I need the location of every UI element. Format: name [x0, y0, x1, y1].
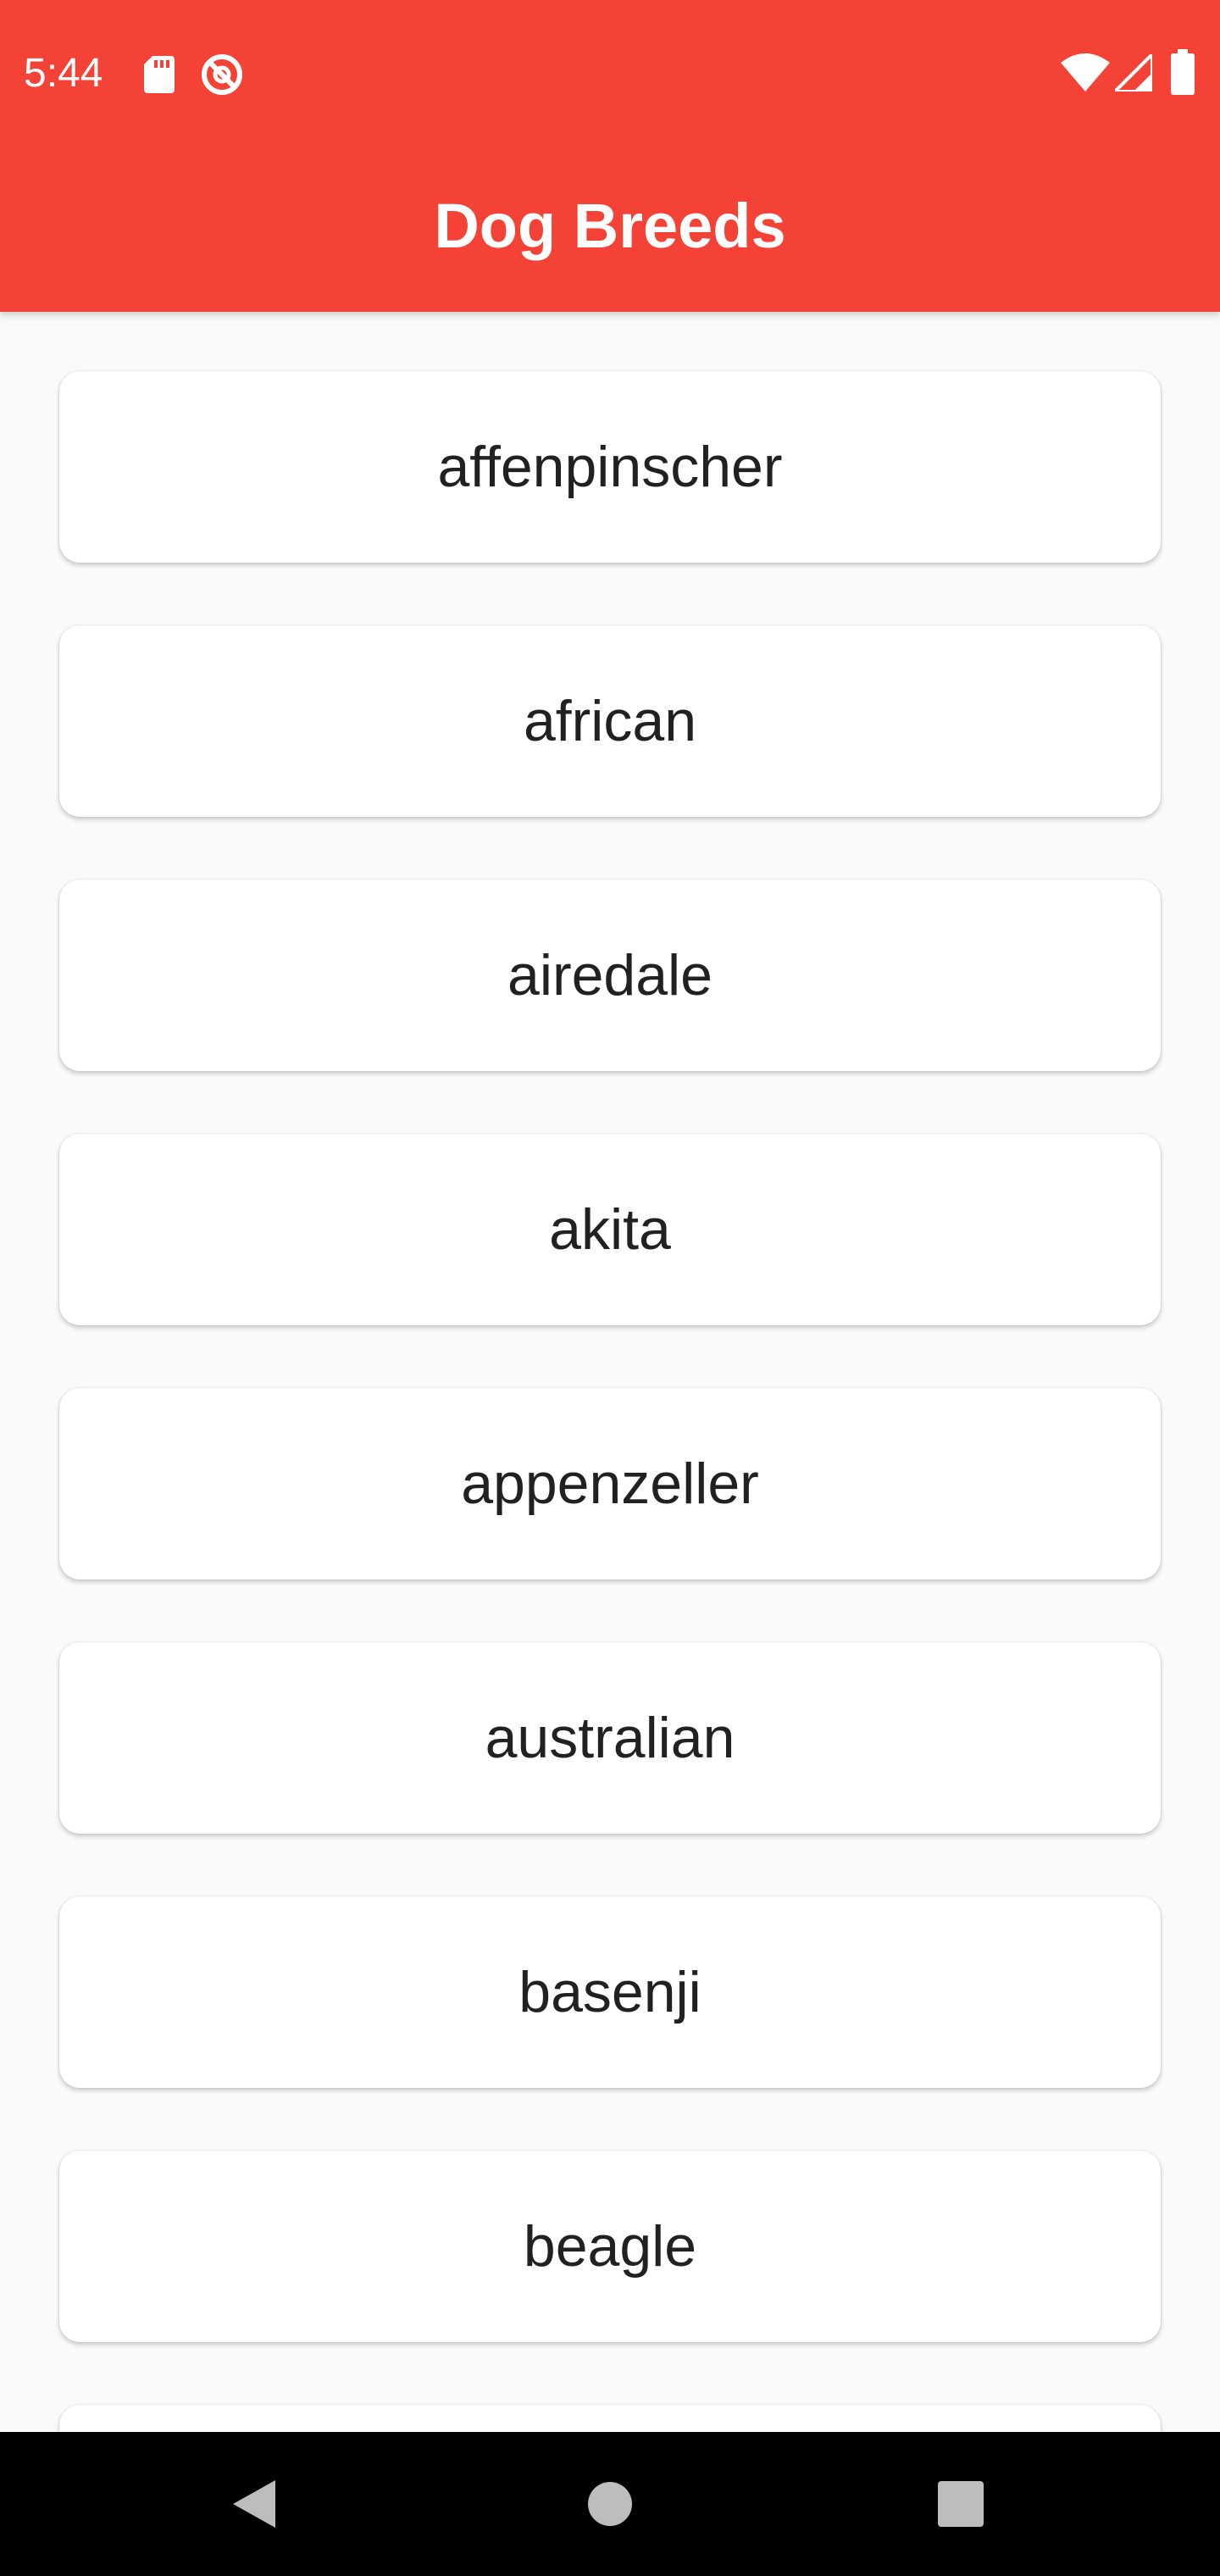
list-item[interactable]: basenji	[59, 1896, 1161, 2088]
app-bar: Dog Breeds	[0, 144, 1220, 312]
breed-list[interactable]: affenpinscher african airedale akita app…	[0, 312, 1220, 2432]
list-item[interactable]: akita	[59, 1134, 1161, 1325]
recents-button[interactable]	[910, 2462, 1012, 2546]
home-icon	[588, 2482, 632, 2526]
list-item[interactable]: australian	[59, 1642, 1161, 1834]
breed-label: basenji	[518, 1960, 702, 2024]
sd-card-icon	[144, 56, 175, 93]
status-bar: 5:44	[0, 0, 1220, 144]
wifi-icon	[1061, 53, 1110, 92]
home-button[interactable]	[559, 2462, 661, 2546]
list-item[interactable]	[59, 2405, 1161, 2432]
page-title: Dog Breeds	[434, 191, 786, 261]
breed-label: affenpinscher	[437, 435, 783, 499]
recents-icon	[938, 2481, 984, 2527]
list-item[interactable]: airedale	[59, 880, 1161, 1071]
breed-label: african	[523, 689, 697, 753]
list-item[interactable]: appenzeller	[59, 1388, 1161, 1579]
breed-label: appenzeller	[461, 1452, 759, 1516]
do-not-disturb-icon	[202, 54, 242, 95]
breed-label: airedale	[507, 943, 713, 1008]
list-item[interactable]: affenpinscher	[59, 371, 1161, 563]
cell-signal-icon	[1115, 54, 1152, 92]
navigation-bar	[0, 2432, 1220, 2576]
breed-label: australian	[485, 1706, 735, 1770]
status-time: 5:44	[24, 51, 103, 96]
battery-icon	[1171, 49, 1195, 95]
back-icon	[233, 2480, 275, 2528]
back-button[interactable]	[203, 2462, 305, 2546]
breed-label: akita	[549, 1197, 671, 1262]
list-item[interactable]: african	[59, 625, 1161, 817]
list-item[interactable]: beagle	[59, 2151, 1161, 2342]
breed-label: beagle	[523, 2214, 697, 2279]
